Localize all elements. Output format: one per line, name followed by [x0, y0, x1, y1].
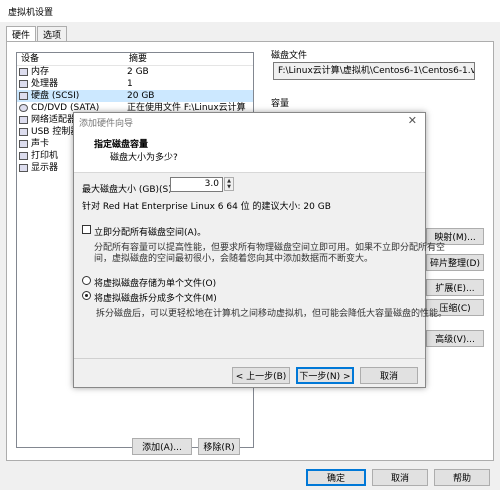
- window-titlebar: 虚拟机设置: [0, 0, 500, 22]
- device-name: 硬盘 (SCSI): [31, 91, 80, 101]
- wizard-heading: 指定磁盘容量: [94, 140, 149, 150]
- device-name: 声卡: [31, 139, 50, 149]
- wizard-titlebar: 添加硬件向导 ✕: [74, 113, 425, 129]
- wizard-subheading: 磁盘大小为多少?: [110, 153, 178, 163]
- harddisk-icon: [19, 92, 28, 100]
- add-hardware-wizard: 添加硬件向导 ✕ 指定磁盘容量 磁盘大小为多少? 最大磁盘大小 (GB)(S):…: [73, 112, 447, 388]
- allocate-now-checkbox[interactable]: [82, 225, 91, 234]
- device-name: 处理器: [31, 79, 59, 89]
- multi-file-radio[interactable]: [82, 291, 91, 300]
- device-summary: 20 GB: [127, 91, 155, 101]
- spin-down-icon[interactable]: ▼: [225, 184, 233, 190]
- single-file-radio[interactable]: [82, 276, 91, 285]
- disk-file-label: 磁盘文件: [271, 51, 308, 61]
- multi-file-description: 拆分磁盘后，可以更轻松地在计算机之间移动虚拟机，但可能会降低大容量磁盘的性能。: [96, 309, 448, 319]
- max-size-input[interactable]: 3.0: [170, 177, 223, 192]
- memory-icon: [19, 68, 28, 76]
- back-button[interactable]: < 上一步(B): [232, 367, 290, 384]
- multi-file-label[interactable]: 将虚拟磁盘拆分成多个文件(M): [94, 291, 217, 304]
- display-icon: [19, 164, 28, 172]
- printer-icon: [19, 152, 28, 160]
- wizard-cancel-button[interactable]: 取消: [360, 367, 418, 384]
- device-name: 打印机: [31, 151, 59, 161]
- disk-file-field[interactable]: F:\Linux云计算\虚拟机\Centos6-1\Centos6-1.vmdk: [273, 62, 475, 80]
- allocate-now-label[interactable]: 立即分配所有磁盘空间(A)。: [94, 225, 206, 238]
- cancel-button[interactable]: 取消: [372, 469, 428, 486]
- device-name: 内存: [31, 67, 50, 77]
- recommended-size-text: 针对 Red Hat Enterprise Linux 6 64 位 的建议大小…: [82, 202, 331, 212]
- device-row-memory[interactable]: 内存 2 GB: [17, 66, 253, 78]
- tab-hardware[interactable]: 硬件: [6, 26, 37, 42]
- column-device[interactable]: 设备: [17, 53, 125, 65]
- wizard-header: 指定磁盘容量 磁盘大小为多少?: [74, 129, 425, 173]
- ok-button[interactable]: 确定: [306, 469, 366, 486]
- cdrom-icon: [19, 104, 28, 112]
- processor-icon: [19, 80, 28, 88]
- settings-tabs: 硬件 选项: [6, 26, 68, 42]
- sound-icon: [19, 140, 28, 148]
- tab-options[interactable]: 选项: [37, 26, 68, 41]
- single-file-label[interactable]: 将虚拟磁盘存储为单个文件(O): [94, 276, 216, 289]
- allocate-description-2: 间，虚拟磁盘的空间最初很小，会随着您向其中添加数据而不断变大。: [94, 254, 374, 264]
- capacity-label: 容量: [271, 99, 290, 109]
- add-device-button[interactable]: 添加(A)...: [132, 438, 192, 455]
- column-summary[interactable]: 摘要: [125, 53, 147, 65]
- network-icon: [19, 116, 28, 124]
- device-row-processor[interactable]: 处理器 1: [17, 78, 253, 90]
- max-size-label: 最大磁盘大小 (GB)(S):: [82, 185, 175, 195]
- device-row-harddisk[interactable]: 硬盘 (SCSI) 20 GB: [17, 90, 253, 102]
- defragment-button[interactable]: 碎片整理(D): [426, 254, 484, 271]
- device-summary: 1: [127, 79, 133, 89]
- window-title: 虚拟机设置: [8, 8, 54, 18]
- device-name: 网络适配器: [31, 115, 77, 125]
- device-name: 显示器: [31, 163, 59, 173]
- wizard-divider: [74, 358, 425, 359]
- close-icon[interactable]: ✕: [408, 114, 417, 127]
- wizard-title: 添加硬件向导: [79, 119, 134, 129]
- next-button[interactable]: 下一步(N) >: [296, 367, 354, 384]
- remove-device-button[interactable]: 移除(R): [198, 438, 240, 455]
- expand-button[interactable]: 扩展(E)...: [426, 279, 484, 296]
- usb-icon: [19, 128, 28, 136]
- device-summary: 2 GB: [127, 67, 149, 77]
- help-button[interactable]: 帮助: [434, 469, 490, 486]
- advanced-button[interactable]: 高级(V)...: [426, 330, 484, 347]
- size-spinner[interactable]: ▲ ▼: [224, 177, 234, 191]
- device-list-header: 设备 摘要: [17, 53, 253, 66]
